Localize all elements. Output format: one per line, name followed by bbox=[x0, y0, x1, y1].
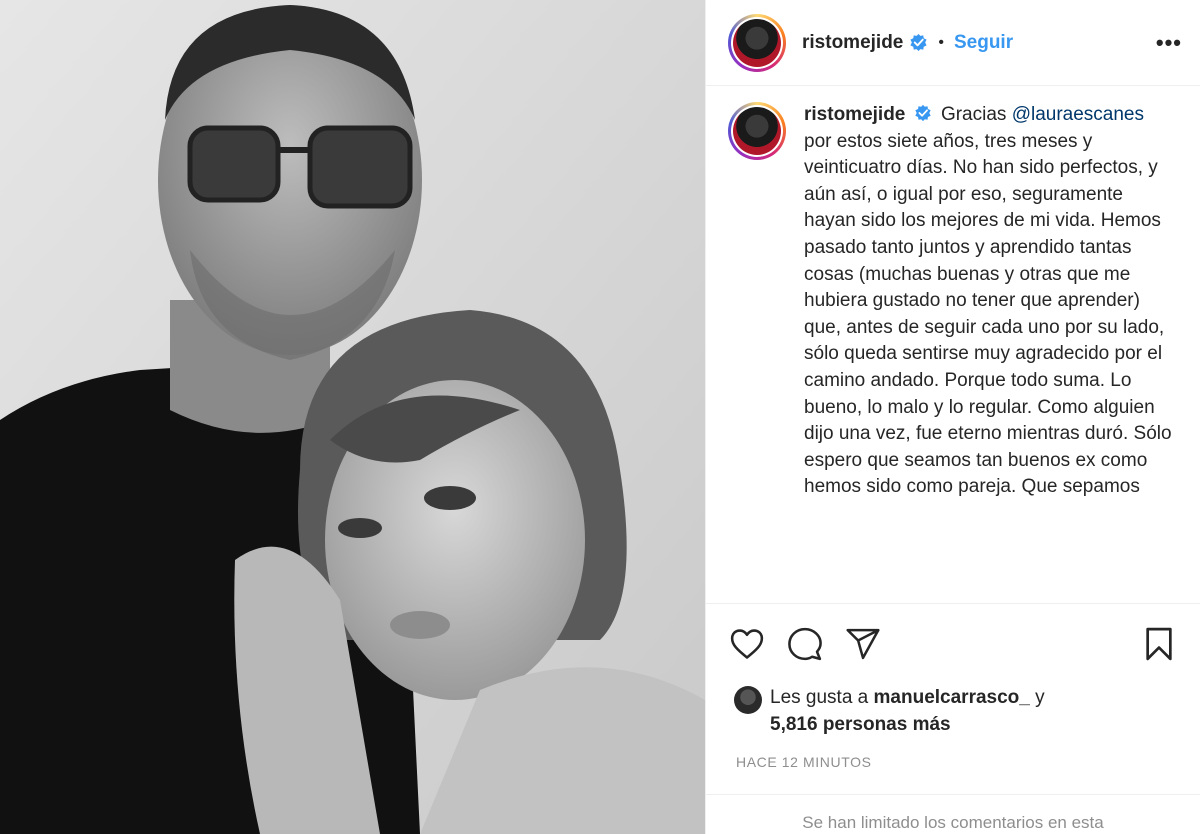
caption-author-avatar[interactable] bbox=[728, 102, 786, 160]
comment-button[interactable] bbox=[786, 625, 824, 663]
caption-text: ristomejide Gracias @lauraescanes por es… bbox=[804, 102, 1174, 603]
bookmark-icon bbox=[1146, 627, 1172, 661]
author-username[interactable]: ristomejide bbox=[802, 32, 903, 54]
like-button[interactable] bbox=[728, 625, 766, 663]
verified-badge-icon bbox=[910, 33, 927, 52]
liker-avatar[interactable] bbox=[734, 686, 762, 714]
caption-username[interactable]: ristomejide bbox=[804, 104, 905, 125]
comments-limited-notice: Se han limitado los comentarios en esta bbox=[706, 794, 1200, 834]
post-side-panel: ristomejide • Seguir ••• ristomejide Gra… bbox=[705, 0, 1200, 834]
likes-summary: Les gusta a manuelcarrasco_ y 5,816 pers… bbox=[706, 684, 1200, 738]
header-separator: • bbox=[938, 33, 944, 51]
post-header: ristomejide • Seguir ••• bbox=[706, 0, 1200, 86]
heart-icon bbox=[730, 629, 764, 659]
verified-badge-icon bbox=[915, 104, 931, 122]
author-avatar[interactable] bbox=[728, 13, 786, 72]
caption-mention-link[interactable]: @lauraescanes bbox=[1012, 104, 1144, 125]
save-button[interactable] bbox=[1140, 625, 1178, 663]
comment-icon bbox=[788, 627, 822, 661]
liker-username[interactable]: manuelcarrasco_ bbox=[874, 687, 1030, 708]
more-options-icon[interactable]: ••• bbox=[1156, 30, 1182, 56]
caption-text-rest: por estos siete años, tres meses y veint… bbox=[804, 130, 1172, 498]
likes-joiner: y bbox=[1035, 687, 1045, 708]
caption-text-start: Gracias bbox=[940, 104, 1007, 125]
follow-button[interactable]: Seguir bbox=[954, 32, 1013, 54]
likes-prefix: Les gusta a bbox=[770, 687, 869, 708]
post-timestamp[interactable]: HACE 12 MINUTOS bbox=[706, 738, 1200, 770]
share-button[interactable] bbox=[844, 625, 882, 663]
caption-area: ristomejide Gracias @lauraescanes por es… bbox=[706, 86, 1200, 604]
share-icon bbox=[846, 628, 880, 660]
action-bar bbox=[706, 604, 1200, 684]
likes-count[interactable]: 5,816 personas más bbox=[770, 714, 951, 735]
post-photo[interactable] bbox=[0, 0, 705, 834]
post-photo-illustration bbox=[0, 0, 705, 834]
likes-text: Les gusta a manuelcarrasco_ y 5,816 pers… bbox=[770, 684, 1045, 738]
instagram-post: ristomejide • Seguir ••• ristomejide Gra… bbox=[0, 0, 1200, 834]
